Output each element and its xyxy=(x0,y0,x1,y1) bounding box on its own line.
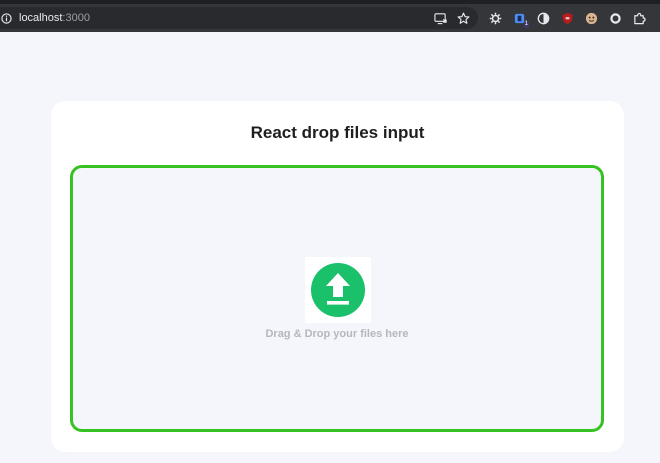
upload-icon xyxy=(305,257,371,323)
extensions-bar: 1 xyxy=(488,4,646,32)
browser-toolbar: localhost:3000 1 xyxy=(0,4,660,32)
url-host: localhost xyxy=(19,12,63,24)
omnibox-actions xyxy=(433,7,470,29)
url-text[interactable]: localhost:3000 xyxy=(19,12,90,24)
info-circle-icon[interactable] xyxy=(0,12,12,24)
address-bar[interactable]: localhost:3000 xyxy=(0,7,478,29)
extension-badge: 1 xyxy=(523,21,529,28)
extension-dark-circle-icon[interactable] xyxy=(608,11,622,25)
extension-circle-icon[interactable] xyxy=(536,11,550,25)
extension-blue-icon[interactable]: 1 xyxy=(512,11,529,28)
puzzle-piece-icon[interactable] xyxy=(632,11,646,25)
url-port: :3000 xyxy=(62,12,90,24)
install-app-icon[interactable] xyxy=(433,11,447,25)
gear-extension-icon[interactable] xyxy=(488,11,502,25)
file-drop-zone[interactable]: Drag & Drop your files here xyxy=(70,165,604,432)
star-icon[interactable] xyxy=(456,11,470,25)
drop-files-card: React drop files input Drag & Drop your … xyxy=(51,101,624,452)
ublock-icon[interactable] xyxy=(560,11,574,25)
avatar-extension-icon[interactable] xyxy=(584,11,598,25)
drop-instructions: Drag & Drop your files here xyxy=(265,328,409,340)
page-title: React drop files input xyxy=(250,123,425,142)
